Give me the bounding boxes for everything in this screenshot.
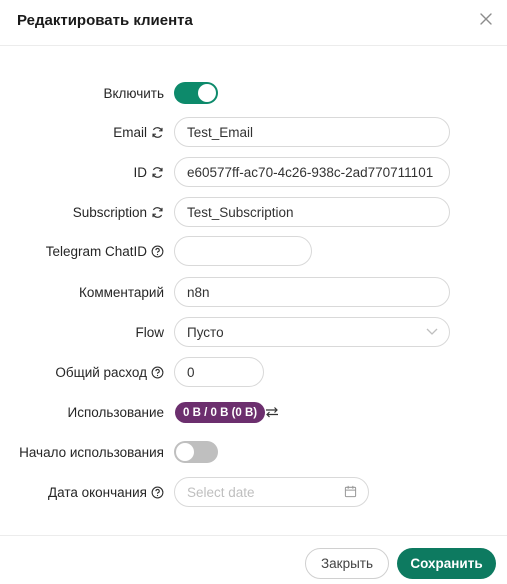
row-usage: Использование 0 B / 0 B (0 B) (0, 397, 507, 429)
flow-label: Flow (135, 325, 164, 340)
row-subscription: Subscription Test_Subscription (0, 197, 507, 229)
comment-input[interactable]: n8n (174, 277, 450, 307)
refresh-icon[interactable] (151, 126, 164, 139)
flow-select-value: Пусто (187, 324, 224, 340)
refresh-icon[interactable] (151, 166, 164, 179)
flow-label-text: Flow (135, 325, 164, 340)
start-on-use-label: Начало использования (19, 445, 164, 460)
telegram-chatid-input[interactable] (174, 236, 312, 266)
total-usage-label-text: Общий расход (55, 365, 147, 380)
chevron-down-icon (426, 328, 438, 335)
subscription-input[interactable]: Test_Subscription (174, 197, 450, 227)
save-button[interactable]: Сохранить (397, 548, 496, 579)
expiry-date-picker[interactable]: Select date (174, 477, 369, 507)
expiry-date-placeholder: Select date (187, 484, 255, 500)
edit-client-dialog: Редактировать клиента Включить Email Tes… (0, 0, 507, 584)
expiry-date-label-text: Дата окончания (47, 485, 147, 500)
toggle-knob (198, 84, 216, 102)
enable-toggle[interactable] (174, 82, 218, 104)
email-label: Email (113, 125, 164, 140)
row-expiry-date: Дата окончания Select date (0, 477, 507, 509)
calendar-icon (344, 485, 357, 498)
toggle-knob (176, 443, 194, 461)
start-on-use-label-text: Начало использования (19, 445, 164, 460)
id-label: ID (134, 165, 165, 180)
row-total-usage: Общий расход 0 (0, 357, 507, 389)
row-telegram-chatid: Telegram ChatID (0, 236, 507, 268)
swap-arrows-icon[interactable] (265, 406, 279, 418)
comment-label: Комментарий (79, 285, 164, 300)
question-circle-icon (151, 486, 164, 499)
close-icon[interactable] (478, 11, 494, 27)
expiry-date-label: Дата окончания (48, 485, 164, 500)
refresh-icon[interactable] (151, 206, 164, 219)
row-id: ID e60577ff-ac70-4c26-938c-2ad770711101 (0, 157, 507, 189)
dialog-header: Редактировать клиента (0, 0, 507, 46)
enable-label: Включить (103, 86, 164, 101)
row-start-on-use: Начало использования (0, 437, 507, 469)
subscription-label: Subscription (73, 205, 164, 220)
enable-label-text: Включить (103, 86, 164, 101)
question-circle-icon (151, 366, 164, 379)
email-input[interactable]: Test_Email (174, 117, 450, 147)
telegram-chatid-label-text: Telegram ChatID (45, 244, 147, 259)
id-label-text: ID (133, 165, 148, 180)
total-usage-input[interactable]: 0 (174, 357, 264, 387)
usage-label: Использование (68, 405, 164, 420)
row-comment: Комментарий n8n (0, 277, 507, 309)
question-circle-icon (151, 245, 164, 258)
comment-label-text: Комментарий (78, 285, 164, 300)
subscription-label-text: Subscription (72, 205, 147, 220)
usage-badge: 0 B / 0 B (0 B) (175, 402, 266, 423)
start-on-use-toggle[interactable] (174, 441, 218, 463)
row-flow: Flow Пусто (0, 317, 507, 349)
id-input[interactable]: e60577ff-ac70-4c26-938c-2ad770711101 (174, 157, 450, 187)
row-enable: Включить (0, 78, 507, 110)
dialog-footer: Закрыть Сохранить (0, 535, 507, 584)
row-email: Email Test_Email (0, 117, 507, 149)
total-usage-label: Общий расход (55, 365, 164, 380)
usage-label-text: Использование (67, 405, 164, 420)
email-label-text: Email (113, 125, 147, 140)
flow-select[interactable]: Пусто (174, 317, 450, 347)
close-button[interactable]: Закрыть (305, 548, 389, 579)
telegram-chatid-label: Telegram ChatID (46, 244, 164, 259)
dialog-title: Редактировать клиента (17, 12, 193, 29)
